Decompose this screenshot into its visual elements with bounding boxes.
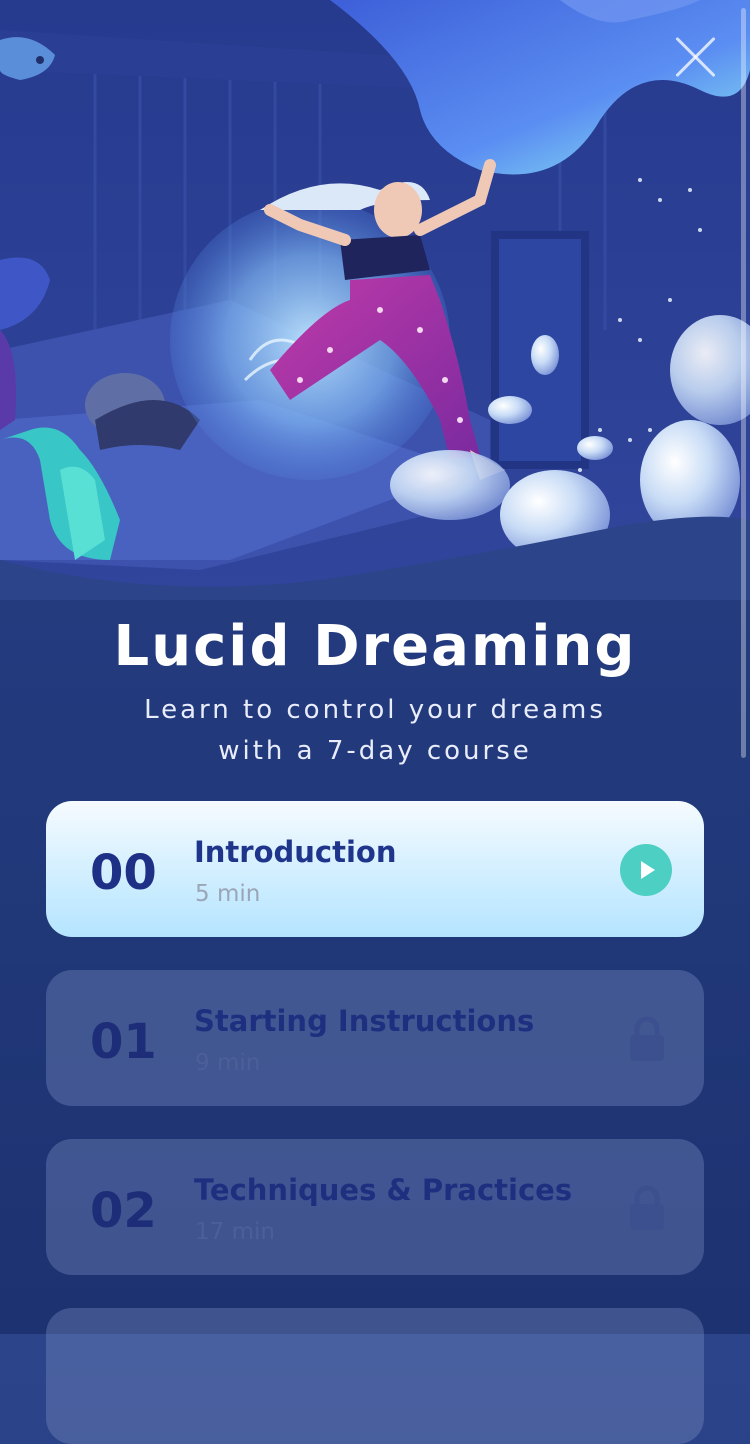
lesson-card-techniques-practices[interactable]: 02 Techniques & Practices 17 min xyxy=(46,1139,704,1275)
lesson-card-next[interactable] xyxy=(46,1308,704,1444)
course-subtitle-line-2: with a 7-day course xyxy=(218,736,532,766)
hero-illustration xyxy=(0,0,750,600)
course-title: Lucid Dreaming xyxy=(113,614,637,679)
lesson-duration: 9 min xyxy=(195,1050,261,1076)
lesson-card-introduction[interactable]: 00 Introduction 5 min xyxy=(46,801,704,937)
lock-icon xyxy=(630,1016,664,1061)
lesson-number: 00 xyxy=(90,845,157,901)
course-subtitle: Learn to control your dreams with a 7-da… xyxy=(0,690,750,772)
lock-icon xyxy=(630,1185,664,1230)
lesson-title: Techniques & Practices xyxy=(194,1173,573,1207)
lesson-title: Starting Instructions xyxy=(194,1004,535,1038)
lesson-number: 01 xyxy=(90,1014,157,1070)
lesson-number: 02 xyxy=(90,1183,157,1239)
course-subtitle-line-1: Learn to control your dreams xyxy=(144,695,606,725)
lesson-duration: 17 min xyxy=(195,1219,275,1245)
play-button[interactable] xyxy=(620,844,672,896)
lesson-title: Introduction xyxy=(194,835,397,869)
lesson-duration: 5 min xyxy=(195,881,261,907)
lesson-card-starting-instructions[interactable]: 01 Starting Instructions 9 min xyxy=(46,970,704,1106)
close-button[interactable] xyxy=(668,28,724,84)
